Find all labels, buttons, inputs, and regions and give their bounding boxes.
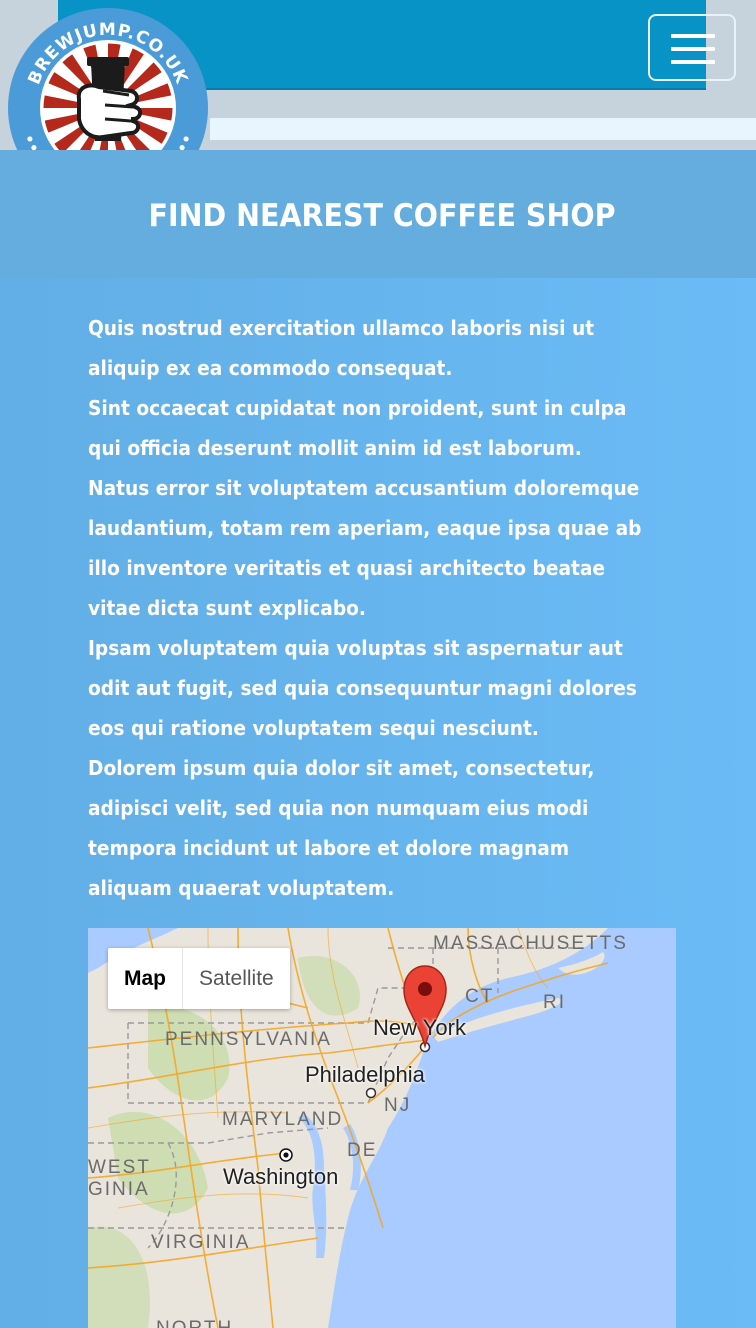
map-label-pennsylvania: PENNSYLVANIA: [165, 1029, 332, 1050]
intro-paragraph: Quis nostrud exercitation ullamco labori…: [88, 308, 678, 908]
hamburger-menu-icon-bar: [671, 60, 715, 64]
map-type-control: Map Satellite: [108, 948, 290, 1009]
hamburger-menu-icon: [671, 34, 715, 38]
store-locator-map[interactable]: MASSACHUSETTS CT RI PENNSYLVANIA New Yor…: [88, 928, 676, 1328]
map-type-satellite-button[interactable]: Satellite: [183, 948, 290, 1009]
paragraph-line: adipisci velit, sed quia non numquam eiu…: [88, 796, 589, 820]
paragraph-line: Sint occaecat cupidatat non proident, su…: [88, 396, 627, 420]
paragraph-line: aliquam quaerat voluptatem.: [88, 876, 395, 900]
map-label-north: NORTH: [156, 1318, 233, 1328]
map-label-massachusetts: MASSACHUSETTS: [433, 933, 628, 954]
paragraph-line: eos qui ratione voluptatem sequi nesciun…: [88, 716, 539, 740]
paragraph-line: Natus error sit voluptatem accusantium d…: [88, 476, 640, 500]
paragraph-line: tempora incidunt ut labore et dolore mag…: [88, 836, 570, 860]
page-title: FIND NEAREST COFFEE SHOP: [148, 198, 616, 234]
map-type-map-button[interactable]: Map: [108, 948, 183, 1009]
paragraph-line: odit aut fugit, sed quia consequuntur ma…: [88, 676, 637, 700]
map-label-ginia: GINIA: [88, 1179, 150, 1200]
paragraph-line: Ipsam voluptatem quia voluptas sit asper…: [88, 636, 623, 660]
map-label-de: DE: [347, 1140, 378, 1161]
map-label-virginia: VIRGINIA: [151, 1232, 251, 1253]
map-label-ct: CT: [465, 986, 495, 1007]
header-strip: [210, 118, 756, 140]
hamburger-menu-icon-bar: [671, 47, 715, 51]
map-label-nj: NJ: [384, 1095, 412, 1116]
paragraph-line: Quis nostrud exercitation ullamco labori…: [88, 316, 595, 340]
map-label-philadelphia: Philadelphia: [305, 1062, 425, 1087]
paragraph-line: vitae dicta sunt explicabo.: [88, 596, 367, 620]
map-label-west: WEST: [88, 1157, 151, 1178]
menu-button[interactable]: [648, 14, 736, 81]
paragraph-line: qui officia deserunt mollit anim id est …: [88, 436, 582, 460]
paragraph-line: laudantium, totam rem aperiam, eaque ips…: [88, 516, 642, 540]
paragraph-line: illo inventore veritatis et quasi archit…: [88, 556, 606, 580]
map-label-washington: Washington: [223, 1164, 339, 1189]
map-label-maryland: MARYLAND: [222, 1109, 344, 1130]
paragraph-line: aliquip ex ea commodo consequat.: [88, 356, 453, 380]
paragraph-line: Dolorem ipsum quia dolor sit amet, conse…: [88, 756, 595, 780]
map-label-ri: RI: [543, 992, 566, 1013]
map-label-new-york: New York: [373, 1015, 466, 1040]
